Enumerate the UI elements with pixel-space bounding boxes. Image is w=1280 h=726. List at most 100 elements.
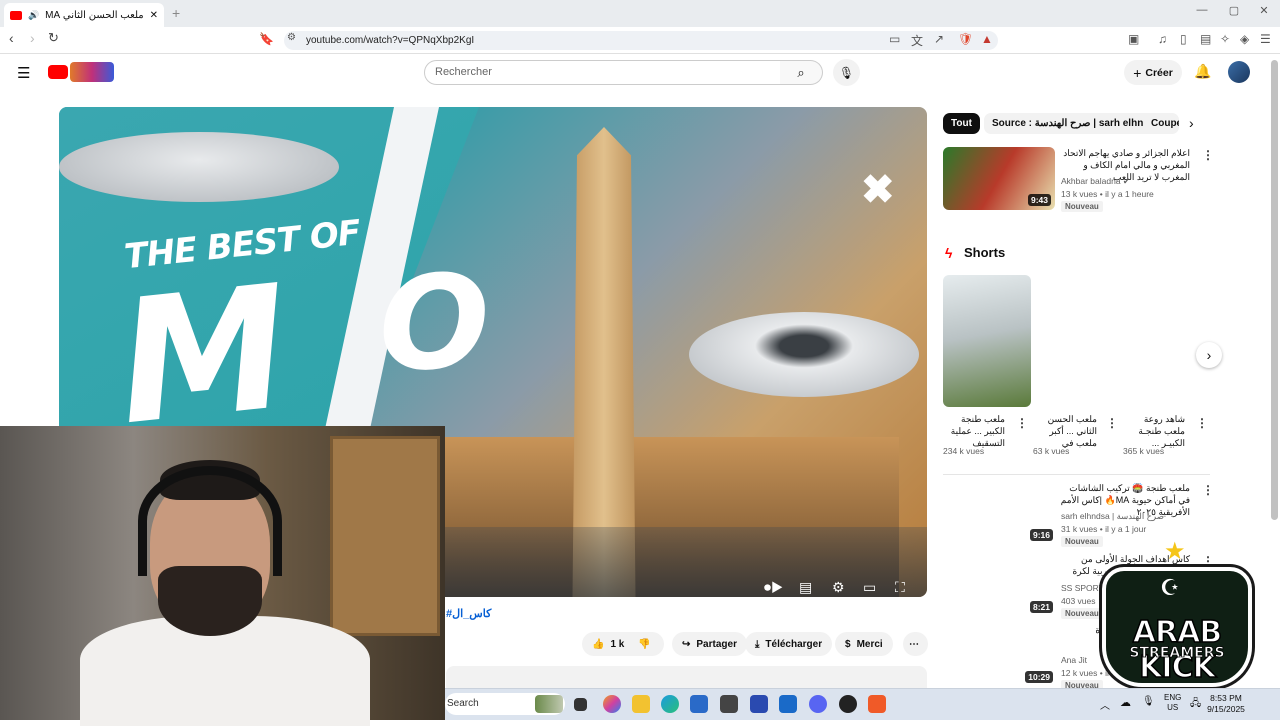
video-duration: 8:21 (1029, 601, 1053, 613)
fullscreen-icon[interactable]: ⛶ (895, 579, 905, 596)
notifications-bell-icon[interactable]: 🔔 (1194, 63, 1211, 80)
wallet-icon[interactable]: ▤ (1200, 32, 1211, 46)
restore-button[interactable]: ▢ (1224, 4, 1244, 17)
shorts-next-button[interactable]: › (1196, 342, 1222, 368)
bookmark-icon[interactable]: 🔖 (259, 32, 274, 46)
video-thumbnail[interactable]: 9:43 (943, 147, 1055, 210)
shorts-heading: Shorts (964, 245, 1006, 260)
file-explorer-icon[interactable] (632, 695, 650, 713)
short-title[interactable]: ملعب الحسن الثاني ... أكبر ملعب في (1033, 413, 1097, 449)
short-thumbnail[interactable] (943, 275, 1031, 407)
video-thumbnail[interactable]: 9:16 (943, 482, 1055, 545)
tray-chevron-icon[interactable]: ︿ (1100, 697, 1110, 712)
video-menu-icon[interactable]: ⋮ (1202, 483, 1214, 497)
tab-close-icon[interactable]: ✕ (150, 10, 158, 21)
like-count: 1 k (610, 638, 625, 650)
voice-search-button[interactable]: 🎙 (833, 59, 860, 86)
clock-time: 8:53 PM (1210, 693, 1242, 703)
short-views: 234 k vues (943, 446, 985, 456)
cast-icon[interactable]: ▭ (889, 32, 900, 46)
outlook-icon[interactable] (779, 695, 797, 713)
chip-all[interactable]: Tout (943, 113, 980, 134)
chip-source[interactable]: Source : صرح الهندسة | sarh elhndsa (984, 113, 1169, 134)
onedrive-icon[interactable]: ☁ (1120, 696, 1131, 709)
music-icon[interactable]: ♫ (1158, 32, 1167, 46)
app-hex-icon[interactable] (720, 695, 738, 713)
copilot-icon[interactable] (603, 695, 621, 713)
chips-next-icon[interactable]: › (1189, 115, 1194, 131)
minimize-button[interactable]: — (1192, 4, 1212, 16)
like-dislike-group[interactable]: 👍 1 k 👎 (582, 632, 664, 656)
channel-name[interactable]: Ana Jit (1061, 654, 1087, 666)
new-tab-button[interactable]: + (172, 5, 180, 21)
download-button[interactable]: ⤓ Télécharger (745, 632, 833, 656)
obs-icon[interactable] (839, 695, 857, 713)
reader-icon[interactable]: ▯ (1180, 32, 1187, 46)
subtitles-icon[interactable]: ▤ (799, 579, 812, 596)
video-meta: 31 k vues • il y a 1 jour (1061, 524, 1147, 534)
short-title[interactable]: ملعب طنجة الكبير ... عملية التسقيف (943, 413, 1005, 449)
language-indicator[interactable]: ENG US (1164, 693, 1181, 713)
search-input[interactable]: Rechercher (424, 60, 781, 85)
avatar[interactable] (1228, 61, 1250, 83)
chip-coupe[interactable]: Coupe (1143, 113, 1179, 134)
create-label: Créer (1145, 66, 1173, 79)
create-button[interactable]: + Créer (1124, 60, 1182, 85)
youtube-logo[interactable] (48, 65, 68, 79)
crescent-icon: ☪ (1160, 575, 1180, 600)
leo-icon[interactable]: ✧ (1220, 32, 1230, 46)
speaker-icon[interactable]: 🔊 (28, 10, 39, 21)
more-actions-button[interactable]: ⋯ (903, 632, 928, 656)
site-info-icon[interactable]: ⚙ (287, 32, 296, 43)
taskbar-clock[interactable]: 8:53 PM 9/15/2025 (1200, 693, 1252, 715)
url-text: youtube.com/watch?v=QPNqXbp2KgI (306, 35, 475, 46)
short-menu-icon[interactable]: ⋮ (1196, 416, 1208, 430)
video-thumbnail[interactable]: 10:29 (943, 622, 1055, 685)
page-scrollbar[interactable] (1271, 60, 1278, 520)
settings-gear-icon[interactable]: ⚙ (832, 579, 845, 596)
vpn-icon[interactable]: ◈ (1240, 32, 1249, 46)
share-page-icon[interactable]: ↗ (934, 32, 944, 46)
search-highlight-icon[interactable] (535, 695, 563, 713)
back-icon[interactable]: ‹ (9, 30, 14, 46)
forward-icon[interactable]: › (30, 30, 35, 46)
short-menu-icon[interactable]: ⋮ (1106, 416, 1118, 430)
share-button[interactable]: ↪ Partager (672, 632, 747, 656)
close-window-button[interactable]: ✕ (1254, 4, 1274, 17)
channel-name[interactable]: Akhbar baladna ✔ (1061, 175, 1130, 187)
thumbs-down-icon[interactable]: 👎 (638, 639, 650, 650)
youtube-favicon-icon (10, 10, 22, 20)
video-hashtag-link[interactable]: #كاس_ال (446, 607, 491, 620)
channel-name[interactable]: sarh elhndsa | صرح الهندسة (1061, 510, 1164, 522)
brave-rewards-icon[interactable]: ▲ (981, 32, 993, 46)
vscode-icon[interactable] (750, 695, 768, 713)
share-icon: ↪ (682, 638, 691, 650)
autoplay-toggle[interactable]: ⏺▶ (764, 579, 784, 596)
share-label: Partager (696, 638, 737, 650)
discord-icon[interactable] (809, 695, 827, 713)
theater-mode-icon[interactable]: ▭ (863, 579, 876, 596)
streamer-beard (158, 566, 262, 636)
divider (943, 474, 1210, 475)
browser-tab[interactable]: 🔊 ملعب الحسن الثاني MA ظهور ✕ (4, 3, 164, 27)
thumbs-up-icon[interactable]: 👍 (592, 639, 604, 650)
brave-shield-icon[interactable]: 🛡 (958, 32, 973, 46)
task-view-icon[interactable] (574, 698, 587, 711)
hamburger-menu-icon[interactable]: ☰ (17, 64, 30, 82)
video-thumbnail[interactable]: 8:21 (943, 552, 1055, 615)
short-menu-icon[interactable]: ⋮ (1016, 416, 1028, 430)
store-icon[interactable] (690, 695, 708, 713)
thanks-button[interactable]: $ Merci (835, 632, 893, 656)
brave-icon[interactable] (868, 695, 886, 713)
short-title[interactable]: شاهد روعة ملعب طنجـة الكبيـر ... (1123, 413, 1185, 449)
menu-icon[interactable]: ☰ (1260, 32, 1271, 46)
doodle-logo-icon[interactable] (70, 62, 114, 82)
reload-icon[interactable]: ↻ (48, 30, 59, 46)
search-button[interactable]: ⌕ (780, 60, 823, 85)
sidebar-toggle-icon[interactable]: ▣ (1128, 32, 1139, 46)
edge-icon[interactable] (661, 695, 679, 713)
video-menu-icon[interactable]: ⋮ (1202, 148, 1214, 162)
tray-mic-icon[interactable]: 🎙 (1142, 696, 1155, 707)
translate-icon[interactable]: 文 (911, 32, 923, 49)
video-duration: 10:29 (1025, 671, 1053, 683)
